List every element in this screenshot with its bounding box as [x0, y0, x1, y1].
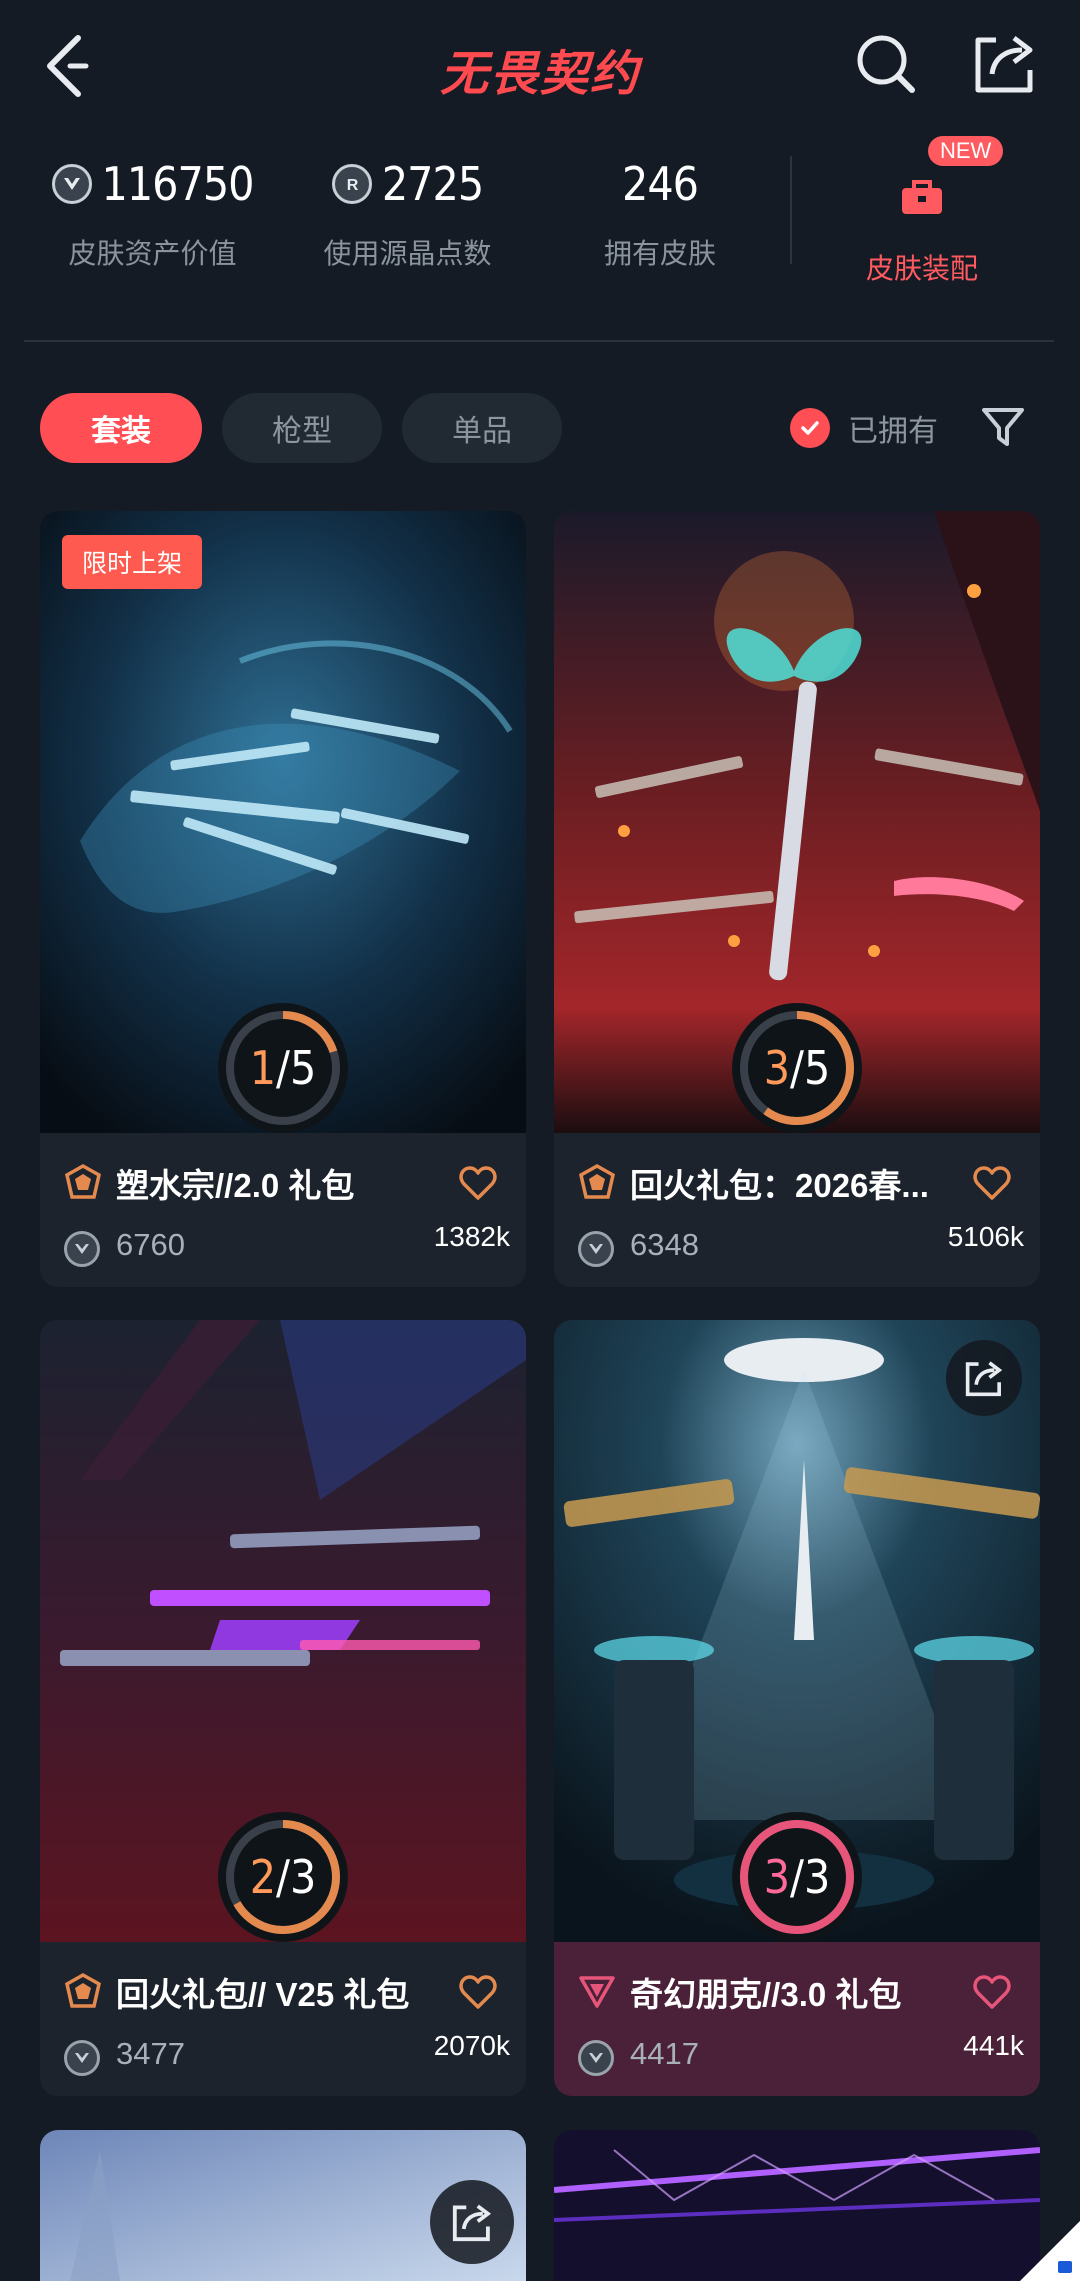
card-info: 奇幻朋克//3.0 礼包 4417 441k: [554, 1942, 1040, 2096]
heart-icon[interactable]: [458, 1163, 498, 1203]
card-info: 回火礼包：2026春... 6348 5106k: [554, 1133, 1040, 1287]
search-button[interactable]: [852, 30, 918, 96]
collection-progress: 3/5: [732, 1003, 862, 1133]
progress-total: 5: [803, 1041, 831, 1095]
bundle-price: 6348: [630, 1227, 699, 1262]
heart-icon[interactable]: [972, 1163, 1012, 1203]
svg-text:R: R: [347, 177, 359, 194]
like-count: 1382k: [433, 1221, 510, 1252]
bundle-card[interactable]: 3/5 回火礼包：2026春... 6348 5106k: [554, 511, 1040, 1287]
crystal-points-label: 使用源晶点数: [323, 238, 492, 269]
bundle-price: 6760: [116, 1227, 185, 1262]
share-button[interactable]: [430, 2180, 514, 2264]
card-info: 回火礼包// V25 礼包 3477 2070k: [40, 1942, 526, 2096]
stats-bar: 116750 皮肤资产价值 R 2725 使用源晶点数 246 拥有皮肤 皮肤装…: [0, 140, 1080, 290]
tier-icon: [65, 1163, 101, 1199]
stats-divider: [790, 156, 792, 264]
checkmark-icon: [790, 408, 830, 448]
progress-total: 3: [289, 1850, 317, 1904]
new-badge: NEW: [928, 136, 1004, 166]
share-icon: [965, 1361, 1003, 1397]
progress-total: 3: [803, 1850, 831, 1904]
owned-label: 已拥有: [848, 415, 938, 448]
asset-value-stat: 116750 皮肤资产价值: [50, 154, 255, 272]
crystal-points-stat: R 2725 使用源晶点数: [310, 154, 505, 272]
collection-progress: 2/3: [218, 1812, 348, 1942]
collection-progress: 3/3: [732, 1812, 862, 1942]
bundle-card[interactable]: [554, 2130, 1040, 2281]
bundle-card[interactable]: [40, 2130, 526, 2281]
like-count: 441k: [963, 2030, 1024, 2061]
toolbox-icon: [902, 180, 942, 214]
bundle-price: 3477: [116, 2036, 185, 2071]
valorant-points-icon: [64, 1231, 100, 1267]
bundle-name: 回火礼包// V25 礼包: [116, 1976, 410, 2013]
like-count: 5106k: [947, 1221, 1024, 1252]
bundle-name: 奇幻朋克//3.0 礼包: [630, 1976, 902, 2013]
app-title: 无畏契约: [439, 46, 640, 102]
progress-owned: 1: [249, 1041, 277, 1095]
filter-bar: 套装 枪型 单品 已拥有: [0, 390, 1080, 470]
skin-equip-label: 皮肤装配: [865, 253, 978, 284]
share-button[interactable]: [946, 1340, 1022, 1416]
valorant-points-icon: [64, 2040, 100, 2076]
limited-time-tag: 限时上架: [62, 535, 203, 589]
filter-button[interactable]: [978, 402, 1028, 452]
bundle-card[interactable]: 限时上架 1/5 塑水宗//2.0 礼包 6760 1382k: [40, 511, 526, 1287]
like-count: 2070k: [433, 2030, 510, 2061]
skins-owned: 246: [622, 157, 699, 211]
funnel-icon: [982, 408, 1024, 446]
bundle-card[interactable]: 2/3 回火礼包// V25 礼包 3477 2070k: [40, 1320, 526, 2096]
valorant-points-icon: [51, 164, 92, 204]
bundle-card[interactable]: 3/3 奇幻朋克//3.0 礼包 4417 441k: [554, 1320, 1040, 2096]
valorant-points-icon: [578, 1231, 614, 1267]
section-divider: [24, 340, 1054, 342]
share-icon: [452, 2204, 492, 2242]
heart-icon[interactable]: [972, 1972, 1012, 2012]
asset-value-label: 皮肤资产价值: [68, 238, 237, 269]
bundle-name: 塑水宗//2.0 礼包: [116, 1167, 355, 1204]
skin-equip-button[interactable]: 皮肤装配: [862, 150, 982, 287]
tier-icon: [579, 1163, 615, 1199]
share-button[interactable]: [972, 30, 1038, 96]
skins-owned-stat: 246 拥有皮肤: [590, 154, 730, 272]
tab-single-items[interactable]: 单品: [402, 393, 562, 463]
asset-value: 116750: [101, 157, 255, 211]
search-icon: [857, 35, 915, 93]
collection-progress: 1/5: [218, 1003, 348, 1133]
progress-owned: 2: [249, 1850, 277, 1904]
progress-total: 5: [289, 1041, 317, 1095]
valorant-points-icon: [578, 2040, 614, 2076]
corner-badge-icon: [1020, 2221, 1080, 2281]
share-icon: [975, 36, 1033, 93]
progress-owned: 3: [763, 1850, 791, 1904]
tab-sets[interactable]: 套装: [40, 393, 202, 463]
tier-icon: [579, 1976, 615, 2008]
owned-toggle[interactable]: 已拥有: [790, 406, 938, 450]
crystal-points: 2725: [381, 157, 484, 211]
top-bar: 无畏契约: [0, 0, 1080, 130]
tier-icon: [65, 1972, 101, 2008]
progress-owned: 3: [763, 1041, 791, 1095]
bundle-price: 4417: [630, 2036, 699, 2071]
tab-weapon-type[interactable]: 枪型: [222, 393, 382, 463]
bundle-artwork: [554, 2130, 1040, 2281]
heart-icon[interactable]: [458, 1972, 498, 2012]
skins-owned-label: 拥有皮肤: [603, 238, 716, 269]
bundle-name: 回火礼包：2026春...: [630, 1167, 929, 1204]
card-info: 塑水宗//2.0 礼包 6760 1382k: [40, 1133, 526, 1287]
radianite-icon: R: [331, 164, 372, 204]
